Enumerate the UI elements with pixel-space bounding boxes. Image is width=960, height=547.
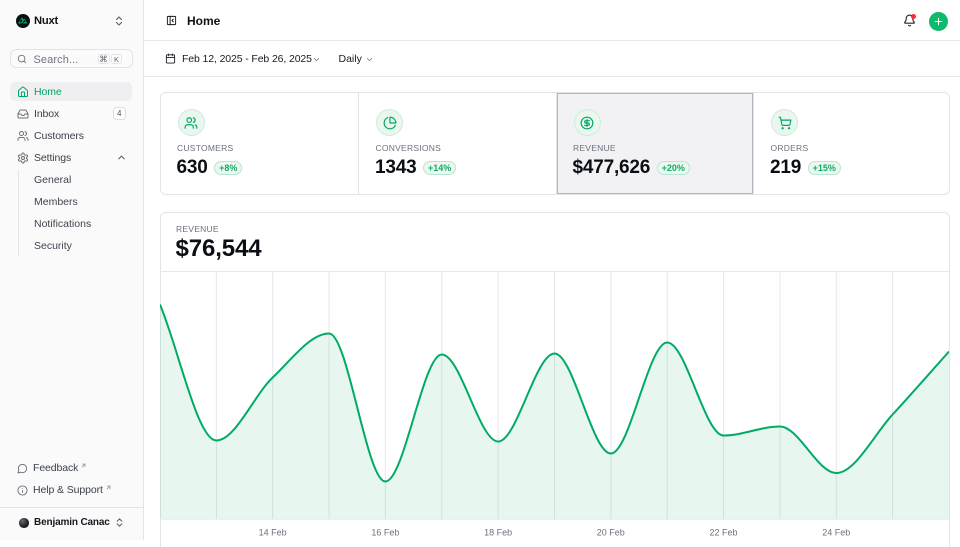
svg-text:24 Feb: 24 Feb bbox=[822, 527, 850, 537]
svg-text:20 Feb: 20 Feb bbox=[597, 527, 625, 537]
svg-text:18 Feb: 18 Feb bbox=[484, 527, 512, 537]
svg-text:14 Feb: 14 Feb bbox=[259, 527, 287, 537]
svg-text:16 Feb: 16 Feb bbox=[371, 527, 399, 537]
svg-text:22 Feb: 22 Feb bbox=[709, 527, 737, 537]
